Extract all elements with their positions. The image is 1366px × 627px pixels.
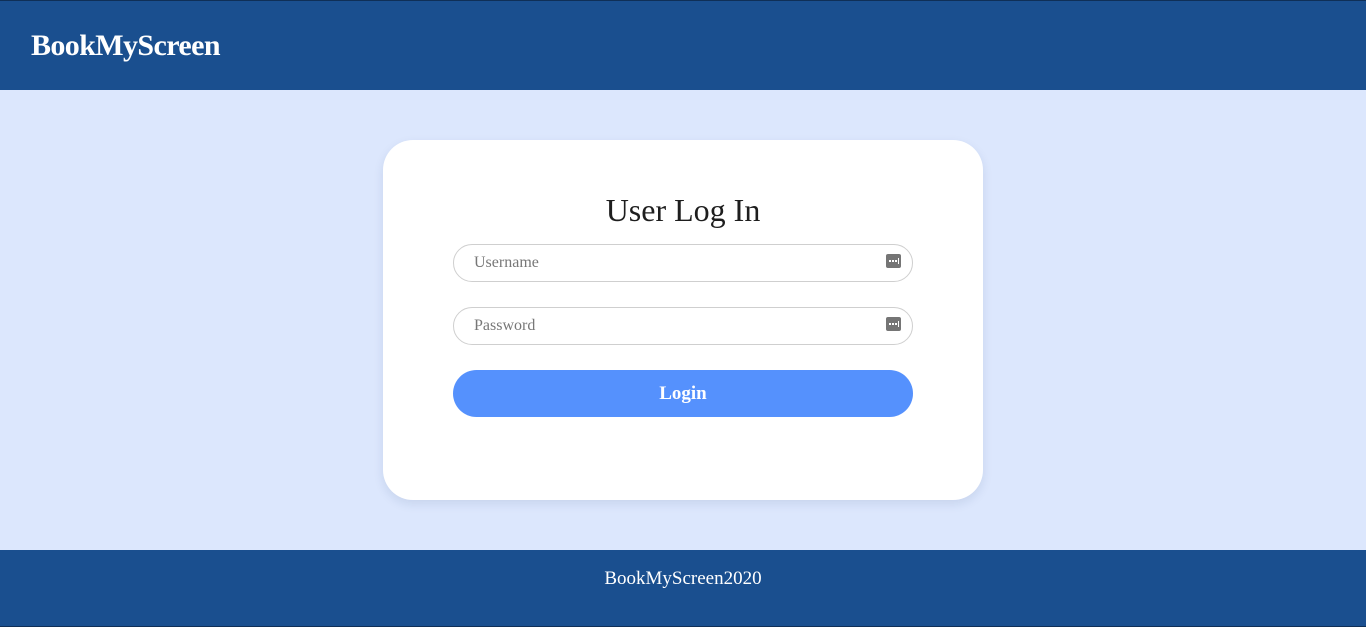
login-title: User Log In	[605, 192, 761, 228]
username-field	[453, 244, 913, 282]
top-navbar: BookMyScreen	[0, 0, 1366, 90]
brand-logo-link[interactable]: BookMyScreen	[31, 28, 221, 64]
password-manager-icon[interactable]	[886, 254, 901, 268]
footer: BookMyScreen2020	[0, 550, 1366, 627]
footer-copyright: BookMyScreen2020	[604, 568, 762, 589]
login-button[interactable]: Login	[453, 370, 913, 417]
password-input[interactable]	[474, 308, 874, 344]
username-input[interactable]	[474, 245, 874, 281]
login-card: User Log In Login	[383, 140, 983, 500]
password-manager-icon[interactable]	[886, 317, 901, 331]
password-field	[453, 307, 913, 345]
